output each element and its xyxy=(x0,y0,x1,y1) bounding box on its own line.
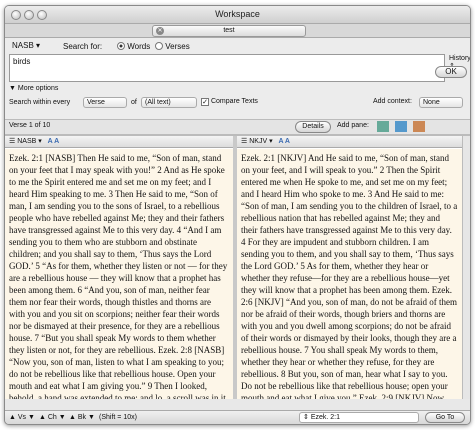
status-bar: ▲ Vs ▼ ▲ Ch ▼ ▲ Bk ▼ (Shift = 10x) ⇕ Eze… xyxy=(5,410,470,424)
verse-nav[interactable]: ▲ Vs ▼ xyxy=(9,411,35,424)
right-text-pane: ☰ NKJV ▾ A A Ezek. 2:1 [NKJV] And He sai… xyxy=(237,136,462,399)
translation-select[interactable]: NASB ▾ xyxy=(9,41,49,52)
more-options-label: More options xyxy=(17,85,59,92)
search-input[interactable]: birds xyxy=(9,54,445,82)
text-panes: ☰ NASB ▾ A A Ezek. 2:1 [NASB] Then He sa… xyxy=(5,136,470,399)
search-panel: NASB ▾ Search for: Words Verses birds Hi… xyxy=(5,38,470,120)
search-for-label: Search for: xyxy=(63,42,103,51)
add-tool-pane-icon[interactable] xyxy=(395,121,407,132)
vertical-scrollbar[interactable] xyxy=(462,136,470,399)
bk-label: Bk xyxy=(77,414,87,421)
mode-words-label: Words xyxy=(127,42,151,51)
mode-verses-label: Verses xyxy=(165,42,190,51)
tab-label: test xyxy=(223,27,235,34)
within-value: Verse xyxy=(87,99,105,106)
shift-hint: (Shift = 10x) xyxy=(99,414,137,421)
results-bar: Verse 1 of 10 Details Add pane: xyxy=(5,120,470,135)
left-pane-translation[interactable]: NASB xyxy=(17,138,36,145)
within-select[interactable]: Verse xyxy=(83,97,127,108)
add-context-label: Add context: xyxy=(373,98,412,105)
text-size-icon[interactable]: A A xyxy=(48,138,60,145)
compare-texts-label: Compare Texts xyxy=(210,98,258,105)
compare-texts-checkbox[interactable]: ✓ Compare Texts xyxy=(201,98,258,106)
add-notes-pane-icon[interactable] xyxy=(413,121,425,132)
add-context-select[interactable]: None xyxy=(419,97,463,108)
checkmark-icon: ✓ xyxy=(201,98,209,106)
radio-off-icon xyxy=(155,42,163,50)
vs-label: Vs xyxy=(17,414,27,421)
text-size-icon[interactable]: A A xyxy=(278,138,290,145)
add-context-value: None xyxy=(423,99,440,106)
translation-value: NASB xyxy=(12,41,34,50)
right-pane-header: ☰ NKJV ▾ A A xyxy=(237,136,462,148)
reference-value: Ezek. 2:1 xyxy=(310,414,340,421)
right-pane-text[interactable]: Ezek. 2:1 [NKJV] And He said to me, “Son… xyxy=(237,149,462,399)
scope-select[interactable]: (All text) xyxy=(141,97,197,108)
chapter-nav[interactable]: ▲ Ch ▼ xyxy=(39,411,66,424)
add-text-pane-icon[interactable] xyxy=(377,121,389,132)
right-pane-translation[interactable]: NKJV xyxy=(249,138,267,145)
radio-on-icon xyxy=(117,42,125,50)
scope-value: (All text) xyxy=(145,99,171,106)
more-options-toggle[interactable]: ▼ More options xyxy=(9,85,58,92)
reference-field[interactable]: ⇕ Ezek. 2:1 xyxy=(299,412,419,423)
window-title: Workspace xyxy=(215,9,260,19)
details-button[interactable]: Details xyxy=(295,121,331,133)
workspace-window: Workspace ✕ test NASB ▾ Search for: Word… xyxy=(4,5,471,425)
tab-bar: ✕ test xyxy=(5,24,470,38)
title-bar: Workspace xyxy=(5,6,470,24)
left-pane-header: ☰ NASB ▾ A A xyxy=(5,136,233,148)
book-nav[interactable]: ▲ Bk ▼ xyxy=(69,411,95,424)
of-label: of xyxy=(131,99,137,106)
mode-words-radio[interactable]: Words xyxy=(117,42,150,51)
left-pane-text[interactable]: Ezek. 2:1 [NASB] Then He said to me, “So… xyxy=(5,149,233,399)
close-tab-icon[interactable]: ✕ xyxy=(156,27,164,35)
ok-button[interactable]: OK xyxy=(435,66,467,78)
ch-label: Ch xyxy=(47,414,57,421)
history-label: History xyxy=(449,55,471,62)
add-pane-label: Add pane: xyxy=(337,122,369,129)
verse-count: Verse 1 of 10 xyxy=(9,122,51,129)
left-text-pane: ☰ NASB ▾ A A Ezek. 2:1 [NASB] Then He sa… xyxy=(5,136,233,399)
goto-button[interactable]: Go To xyxy=(425,412,465,423)
tab-test[interactable]: ✕ test xyxy=(152,25,306,37)
mode-verses-radio[interactable]: Verses xyxy=(155,42,190,51)
within-label: Search within every xyxy=(9,99,71,106)
